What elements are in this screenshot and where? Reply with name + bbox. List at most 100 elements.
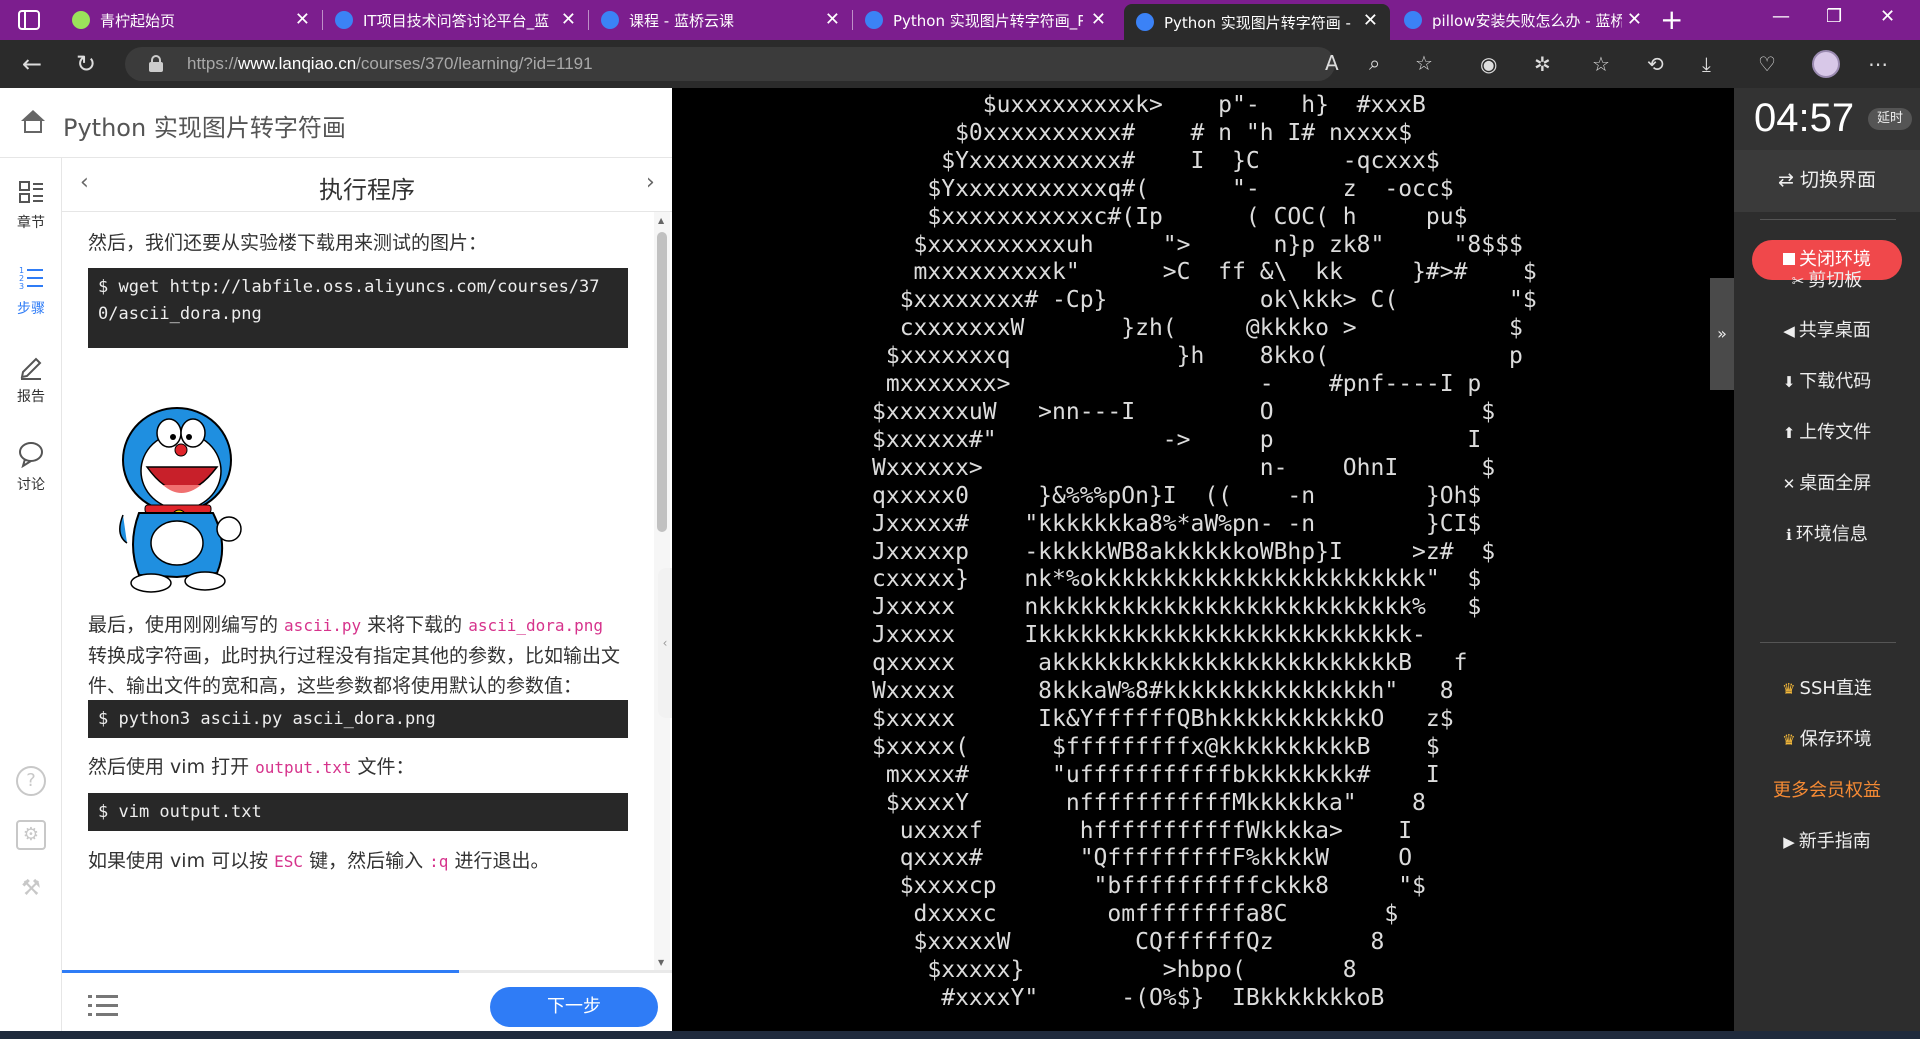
share-desktop-button[interactable]: ◀ 共享桌面: [1734, 316, 1920, 342]
download-code-button[interactable]: ⬇ 下载代码: [1734, 367, 1920, 393]
expand-toolbar-icon[interactable]: »: [1710, 278, 1734, 390]
item-label: 桌面全屏: [1799, 473, 1872, 494]
switch-ui-button[interactable]: ⇄ 切换界面: [1734, 150, 1920, 212]
tab-qingning-home[interactable]: 青柠起始页 ✕: [60, 0, 322, 40]
scrollbar-thumb[interactable]: [657, 232, 667, 532]
next-step-button[interactable]: 下一步: [490, 987, 658, 1027]
extension-avatar-icon[interactable]: ◉: [1480, 52, 1497, 76]
clipboard-button[interactable]: ✂ 剪切板: [1734, 266, 1920, 292]
sidebar-item-steps[interactable]: 123 步骤: [0, 264, 62, 318]
ssh-connect-button[interactable]: ♛ SSH直连: [1734, 674, 1920, 700]
save-environment-button[interactable]: ♛ 保存环境: [1734, 725, 1920, 751]
minimize-icon[interactable]: —: [1772, 6, 1790, 27]
terminal-line: Wxxxxx 8kkkaW%8#kkkkkkkkkkkkkkkh" 8: [872, 678, 1454, 705]
item-label: 新手指南: [1798, 831, 1871, 852]
remote-terminal[interactable]: $uxxxxxxxxxk> p"- h} #xxxB $0xxxxxxxxxx#…: [672, 88, 1734, 1039]
settings-doc-icon[interactable]: ⚙: [16, 820, 46, 850]
sidebar-item-discussion[interactable]: 讨论: [0, 440, 62, 494]
item-label: SSH直连: [1799, 678, 1872, 699]
terminal-line: $xxxxxW CQffffffQz 8: [872, 929, 1385, 956]
add-favorite-icon[interactable]: ☆: [1415, 51, 1433, 75]
divider: [1760, 219, 1896, 220]
tab-label: IT项目技术问答讨论平台_蓝: [363, 11, 550, 30]
sidebar-item-chapters[interactable]: 章节: [0, 178, 62, 232]
lanqiao-favicon-icon: [1404, 11, 1422, 29]
tab-label: 课程 - 蓝桥云课: [629, 11, 734, 30]
step-header: ‹ 执行程序 ›: [62, 158, 672, 212]
refresh-icon[interactable]: ↻: [76, 50, 96, 78]
code-block: $ vim output.txt: [88, 793, 628, 831]
step-title: 执行程序: [319, 176, 415, 204]
close-icon[interactable]: ✕: [561, 9, 576, 30]
download-icon: ⬇: [1782, 373, 1796, 391]
play-icon: ▶: [1783, 833, 1795, 851]
terminal-line: uxxxxf hfffffffffffWkkkka> I: [872, 817, 1413, 844]
more-vip-benefits-link[interactable]: 更多会员权益: [1734, 776, 1920, 802]
list-menu-icon[interactable]: [88, 995, 118, 1017]
favorites-icon[interactable]: ☆: [1592, 52, 1610, 76]
tab-python-ascii-1[interactable]: Python 实现图片转字符画_P ✕: [853, 0, 1118, 40]
help-icon[interactable]: ?: [16, 766, 46, 796]
terminal-line: mxxxxxxx> - #pnf----I p: [872, 371, 1482, 398]
terminal-line: $xxxxxxuW >nn---I O $: [872, 398, 1496, 425]
terminal-line: #xxxxY" -(O%$} IBkkkkkkkoB: [872, 985, 1385, 1011]
close-icon[interactable]: ✕: [825, 9, 840, 30]
window-close-icon[interactable]: ✕: [1880, 6, 1895, 27]
inline-code: ascii_dora.png: [468, 616, 604, 635]
url-field[interactable]: https://www.lanqiao.cn/courses/370/learn…: [125, 47, 1433, 81]
terminal-line: $xxxxxxxxxxuh "> n}p zk8" "8$$$: [872, 231, 1523, 258]
terminal-line: Wxxxxxx> n- OhnI $: [872, 454, 1496, 481]
fullscreen-icon: ✕: [1782, 475, 1796, 493]
environment-panel: 04:57 延时 ⇄ 切换界面 关闭环境 ✂ 剪切板 ◀ 共享桌面 ⬇ 下载代码 ⬆ 上…: [1734, 88, 1920, 1039]
lanqiao-favicon-icon: [1136, 13, 1154, 31]
downloads-icon[interactable]: ⤓: [1702, 52, 1711, 76]
extensions-icon[interactable]: ✲: [1534, 52, 1551, 76]
tab-python-ascii-active[interactable]: Python 实现图片转字符画 - ✕: [1124, 4, 1390, 40]
terminal-line: Jxxxxxp -kkkkkWB8akkkkkkoWBhp}I >z# $: [872, 538, 1496, 565]
tab-actions-icon[interactable]: [18, 10, 40, 30]
tab-label: Python 实现图片转字符画_P: [893, 11, 1083, 30]
close-icon[interactable]: ✕: [295, 9, 310, 30]
sidebar-item-label: 步骤: [17, 301, 45, 317]
extend-time-button[interactable]: 延时: [1868, 108, 1912, 130]
browser-tab-bar: 青柠起始页 ✕ IT项目技术问答讨论平台_蓝 ✕ 课程 - 蓝桥云课 ✕ Pyt…: [0, 0, 1920, 40]
close-icon[interactable]: ✕: [1627, 9, 1642, 30]
close-icon[interactable]: ✕: [1363, 10, 1378, 31]
timer-value: 04:57: [1754, 96, 1855, 140]
history-icon[interactable]: ⟲: [1647, 52, 1664, 76]
tab-it-forum[interactable]: IT项目技术问答讨论平台_蓝 ✕: [323, 0, 588, 40]
close-icon[interactable]: ✕: [1091, 9, 1106, 30]
back-icon[interactable]: ←: [22, 50, 42, 78]
code-block: $ python3 ascii.py ascii_dora.png: [88, 700, 628, 738]
new-tab-icon[interactable]: +: [1660, 3, 1683, 36]
beginner-guide-button[interactable]: ▶ 新手指南: [1734, 827, 1920, 853]
collapse-panel-handle[interactable]: ‹: [658, 568, 672, 718]
tab-courses[interactable]: 课程 - 蓝桥云课 ✕: [589, 0, 852, 40]
scroll-down-icon[interactable]: ▼: [658, 958, 664, 967]
zoom-icon[interactable]: ⌕: [1369, 51, 1380, 75]
scroll-up-icon[interactable]: ▲: [658, 216, 664, 225]
read-aloud-icon[interactable]: A: [1325, 51, 1339, 75]
course-side-nav: 章节 123 步骤 报告 讨论 ? ⚙ ⚒: [0, 158, 62, 1039]
browser-essentials-icon[interactable]: ♡: [1758, 52, 1776, 76]
terminal-line: cxxxxx} nk*%okkkkkkkkkkkkkkkkkkkkkkkk" $: [872, 566, 1482, 593]
sidebar-item-report[interactable]: 报告: [0, 352, 62, 406]
tab-pillow-help[interactable]: pillow安装失败怎么办 - 蓝桥 ✕: [1392, 0, 1654, 40]
article-paragraph: 然后使用 vim 打开 output.txt 文件：: [88, 756, 415, 778]
more-menu-icon[interactable]: ⋯: [1868, 52, 1888, 76]
tools-icon[interactable]: ⚒: [16, 876, 46, 906]
terminal-line: $xxxxxxxx# -Cp} ok\kkk> C( "$: [872, 287, 1537, 314]
restore-icon[interactable]: ❐: [1826, 6, 1842, 27]
crown-icon: ♛: [1782, 680, 1796, 698]
steps-icon: 123: [19, 266, 43, 291]
profile-avatar[interactable]: [1812, 50, 1840, 78]
doraemon-image: [119, 407, 242, 593]
lime-favicon-icon: [72, 11, 90, 29]
upload-file-button[interactable]: ⬆ 上传文件: [1734, 418, 1920, 444]
env-info-button[interactable]: ℹ 环境信息: [1734, 520, 1920, 546]
next-step-icon[interactable]: ›: [646, 170, 655, 195]
course-bottom-bar: 下一步: [62, 973, 672, 1039]
home-icon[interactable]: [20, 110, 46, 134]
terminal-line: Jxxxxx nkkkkkkkkkkkkkkkkkkkkkkkkkkk% $: [872, 594, 1482, 621]
fullscreen-button[interactable]: ✕ 桌面全屏: [1734, 469, 1920, 495]
